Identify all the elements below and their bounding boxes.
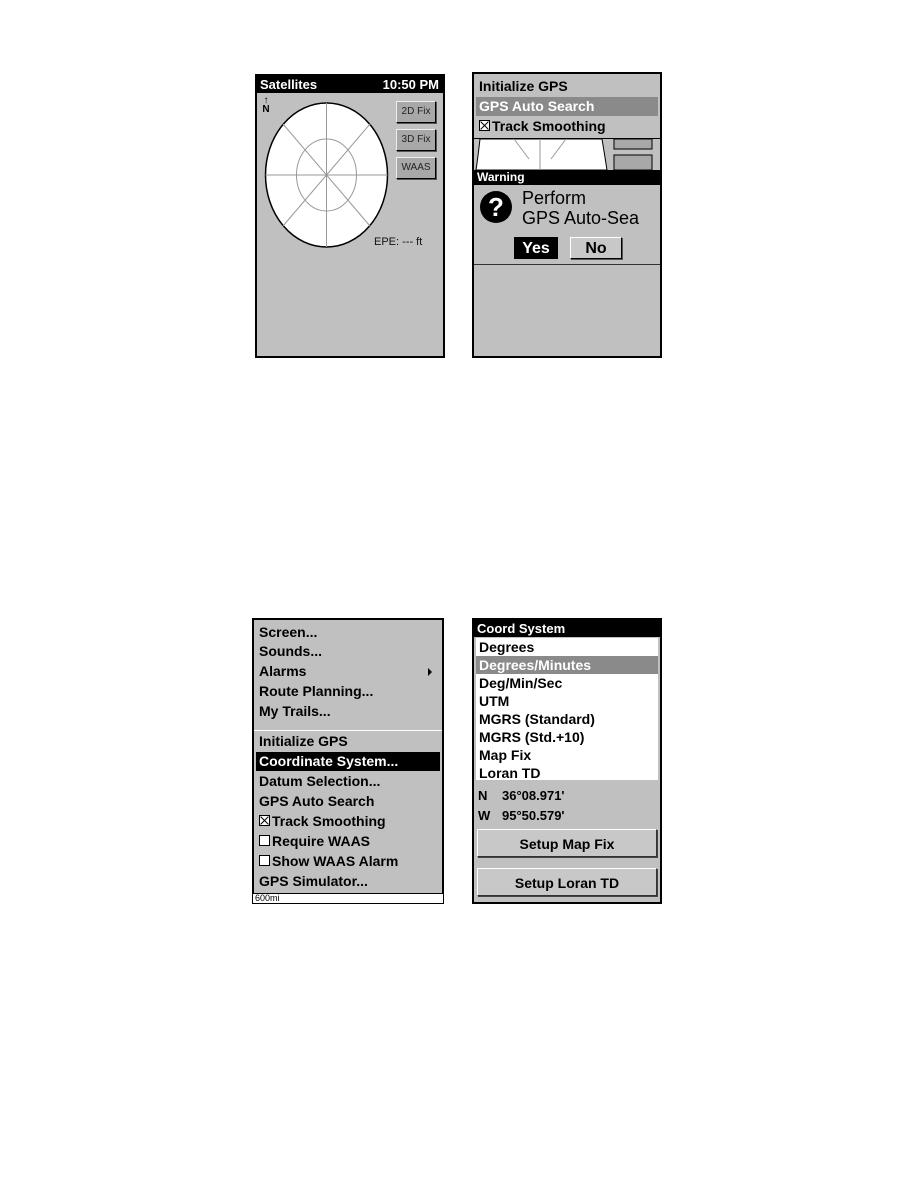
coord-system-title: Coord System (474, 620, 660, 637)
menu-item-show-waas-alarm[interactable]: Show WAAS Alarm (256, 852, 440, 871)
background-sky-plot-fragment (475, 139, 653, 170)
coord-option-mgrs-standard[interactable]: MGRS (Standard) (476, 710, 658, 728)
menu-item-alarms[interactable]: Alarms (256, 662, 440, 681)
coord-option-map-fix[interactable]: Map Fix (476, 746, 658, 764)
longitude-label: W (478, 808, 491, 823)
checkbox-checked-icon[interactable] (259, 815, 270, 826)
latitude-readout: N 36°08.971' (478, 788, 565, 803)
coord-option-degrees-minutes[interactable]: Degrees/Minutes (476, 656, 658, 674)
menu-item-label: Track Smoothing (272, 813, 386, 829)
menu-item-initialize-gps[interactable]: Initialize GPS (476, 77, 658, 96)
coord-option-mgrs-std10[interactable]: MGRS (Std.+10) (476, 728, 658, 746)
menu-item-track-smoothing[interactable]: Track Smoothing (476, 117, 658, 136)
auto-search-warning-screen: Initialize GPS GPS Auto Search Track Smo… (472, 72, 662, 358)
menu-item-label: Track Smoothing (492, 118, 606, 134)
menu-item-label: Show WAAS Alarm (272, 853, 399, 869)
checkbox-checked-icon[interactable] (479, 120, 490, 131)
menu-item-require-waas[interactable]: Require WAAS (256, 832, 440, 851)
3d-fix-indicator: 3D Fix (396, 129, 436, 151)
coord-option-utm[interactable]: UTM (476, 692, 658, 710)
satellites-title: Satellites (260, 77, 318, 92)
clock-time: 10:50 PM (382, 77, 439, 92)
menu-item-sounds[interactable]: Sounds... (256, 642, 440, 661)
menu-item-label: Require WAAS (272, 833, 371, 849)
waas-indicator: WAAS (396, 157, 436, 179)
longitude-readout: W 95°50.579' (478, 808, 565, 823)
checkbox-unchecked-icon[interactable] (259, 835, 270, 846)
menu-item-label: Alarms (259, 663, 307, 679)
2d-fix-indicator: 2D Fix (396, 101, 436, 123)
coord-system-list[interactable]: Degrees Degrees/Minutes Deg/Min/Sec UTM … (476, 638, 658, 780)
menu-item-gps-simulator[interactable]: GPS Simulator... (256, 872, 440, 891)
setup-loran-td-button[interactable]: Setup Loran TD (477, 868, 657, 896)
satellites-titlebar: Satellites 10:50 PM (257, 76, 443, 93)
question-icon: ? (480, 191, 512, 223)
yes-button[interactable]: Yes (514, 237, 558, 259)
submenu-arrow-icon (428, 668, 432, 676)
dialog-bottom-divider (474, 264, 660, 265)
gps-menu-popup: Initialize GPS GPS Auto Search Track Smo… (474, 74, 660, 139)
warning-dialog-title: Warning (474, 170, 660, 185)
menu-item-route-planning[interactable]: Route Planning... (256, 682, 440, 701)
menu-item-initialize-gps[interactable]: Initialize GPS (256, 732, 440, 751)
coord-option-loran-td[interactable]: Loran TD (476, 764, 658, 780)
menu-item-track-smoothing[interactable]: Track Smoothing (256, 812, 440, 831)
latitude-label: N (478, 788, 488, 803)
menu-item-screen[interactable]: Screen... (256, 623, 440, 642)
coord-option-deg-min-sec[interactable]: Deg/Min/Sec (476, 674, 658, 692)
coord-system-screen: Coord System Degrees Degrees/Minutes Deg… (472, 618, 662, 904)
latitude-value: 36°08.971' (502, 788, 565, 803)
menu-item-gps-auto-search[interactable]: GPS Auto Search (256, 792, 440, 811)
menu-divider (254, 730, 442, 731)
longitude-value: 95°50.579' (502, 808, 565, 823)
epe-readout: EPE: --- ft (374, 236, 423, 248)
checkbox-unchecked-icon[interactable] (259, 855, 270, 866)
menu-item-coordinate-system[interactable]: Coordinate System... (256, 752, 440, 771)
satellites-screen: Satellites 10:50 PM ↑ N 2D Fix 3D Fix WA… (255, 74, 445, 358)
main-menu-screen: Screen... Sounds... Alarms Route Plannin… (252, 618, 444, 904)
sky-plot (264, 102, 389, 248)
setup-map-fix-button[interactable]: Setup Map Fix (477, 829, 657, 857)
warning-message-line1: Perform (522, 188, 587, 208)
menu-item-gps-auto-search[interactable]: GPS Auto Search (476, 97, 658, 116)
warning-message-line2: GPS Auto-Sea (522, 208, 640, 228)
coord-option-degrees[interactable]: Degrees (476, 638, 658, 656)
map-scale-label: 600mi (252, 893, 444, 904)
menu-item-datum-selection[interactable]: Datum Selection... (256, 772, 440, 791)
menu-item-my-trails[interactable]: My Trails... (256, 702, 440, 721)
no-button[interactable]: No (570, 237, 622, 259)
